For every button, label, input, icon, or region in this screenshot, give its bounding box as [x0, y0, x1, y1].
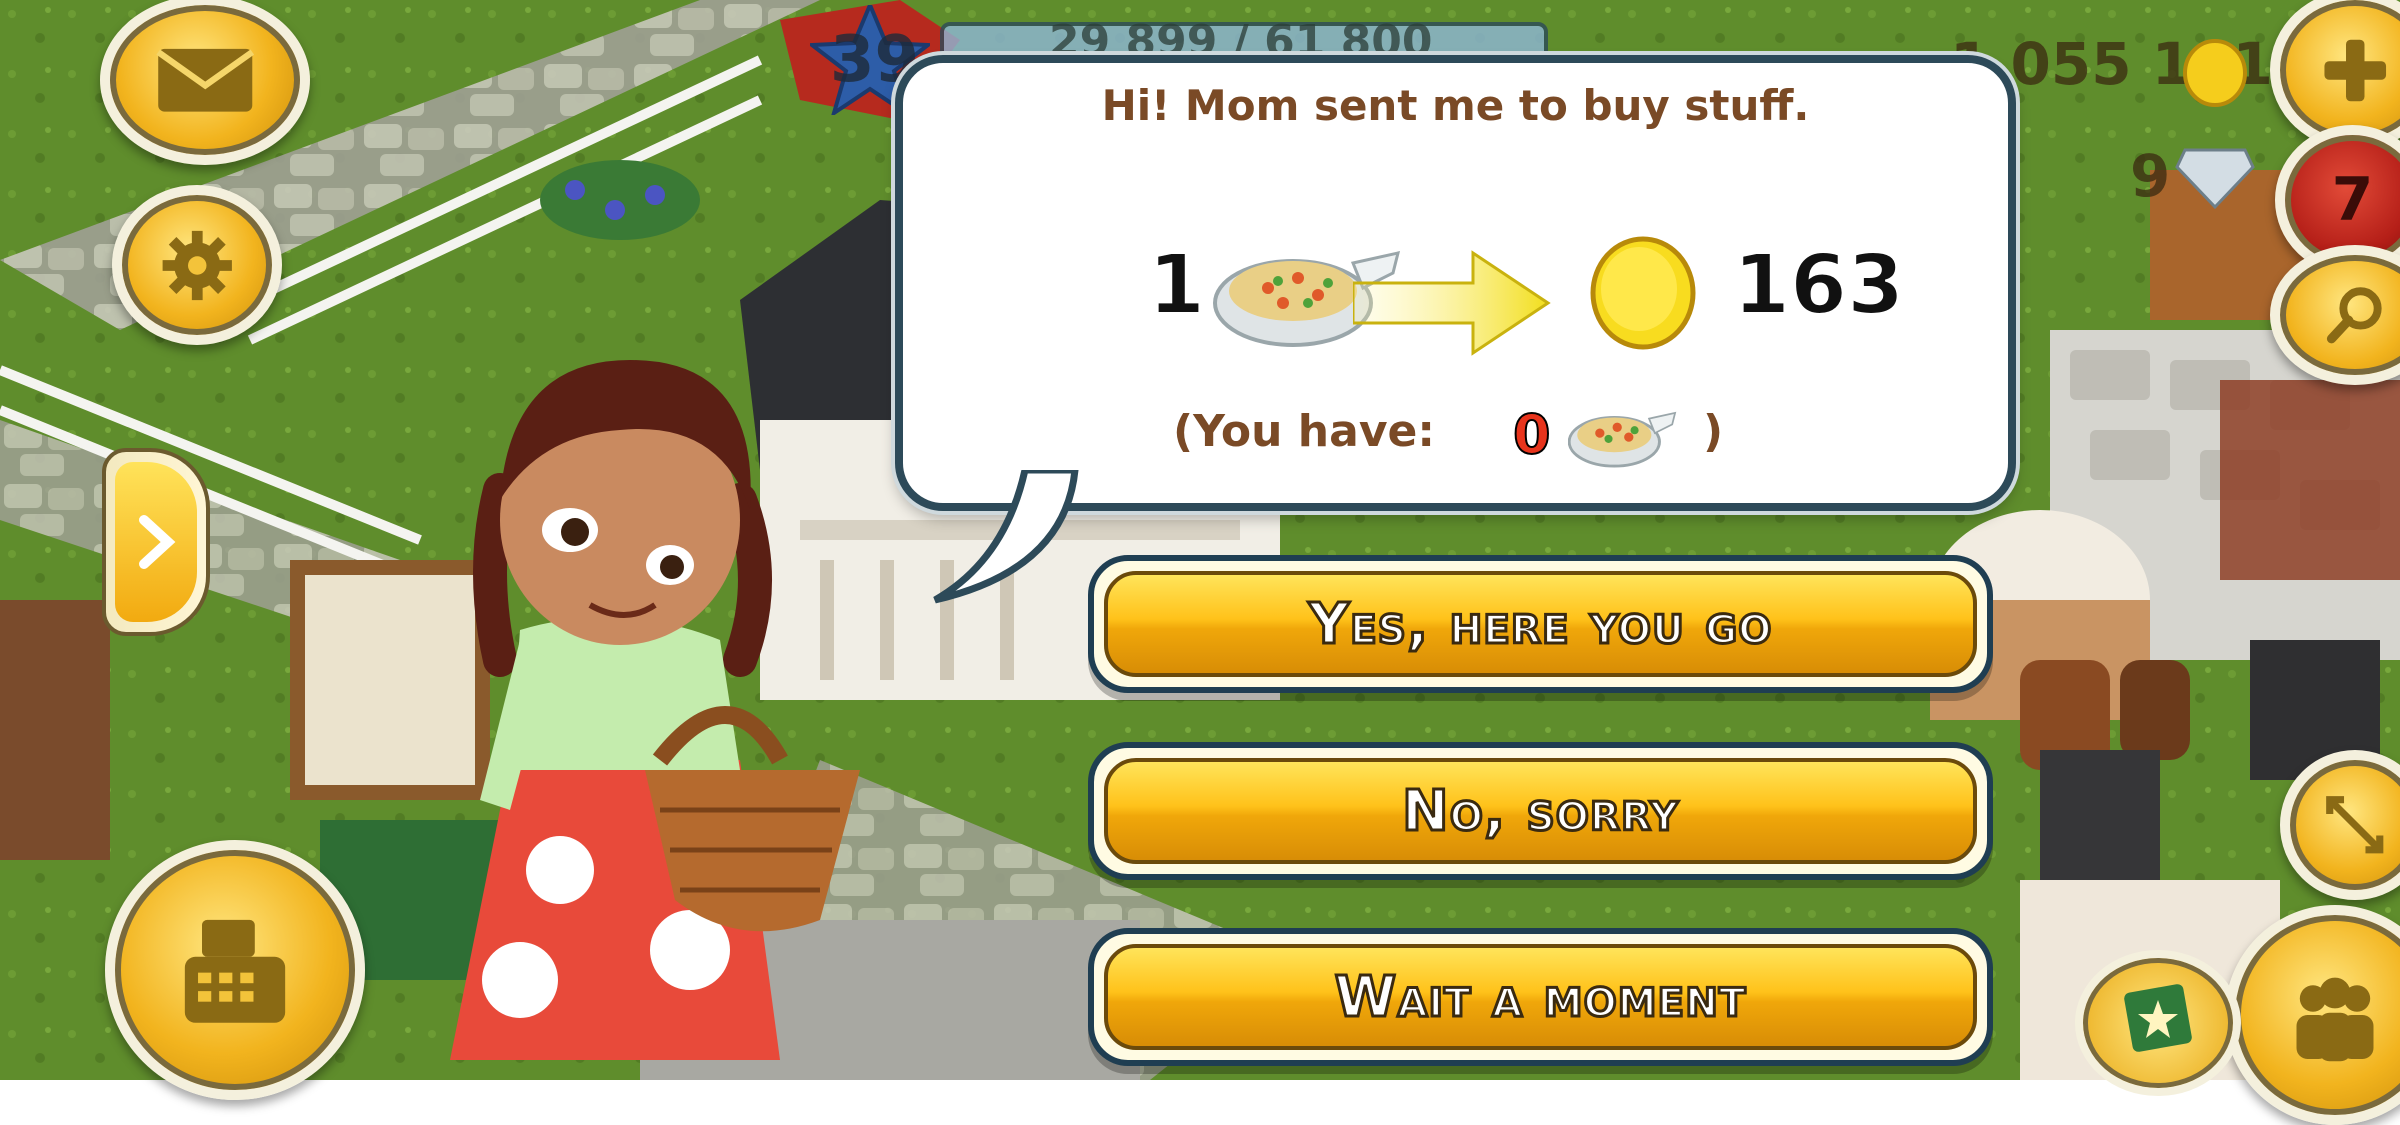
diamond-balance: 9 — [2130, 142, 2171, 210]
roadside-shop-button[interactable] — [105, 840, 365, 1100]
diamond-icon — [2175, 148, 2255, 210]
speech-bubble: Hi! Mom sent me to buy stuff. 1 163 (You… — [895, 55, 2016, 511]
you-have-count: 0 — [1512, 402, 1552, 467]
no-sorry-button[interactable]: No, sorry — [1088, 742, 1993, 880]
yes-here-you-go-button[interactable]: Yes, here you go — [1088, 555, 1993, 693]
design-book-button[interactable] — [2075, 950, 2241, 1096]
speech-bubble-tail — [933, 470, 1079, 604]
chevron-right-icon — [139, 515, 176, 569]
dialog-message: Hi! Mom sent me to buy stuff. — [1101, 81, 1810, 130]
trade-arrow-icon — [1353, 250, 1551, 356]
you-have-close: ) — [1703, 406, 1724, 457]
yes-button-label: Yes, here you go — [1307, 590, 1773, 658]
mail-button[interactable] — [100, 0, 310, 165]
mail-icon — [156, 48, 254, 112]
customer-girl-character — [450, 360, 860, 1060]
plus-icon — [2324, 39, 2386, 101]
friends-icon — [2296, 977, 2374, 1062]
give-quantity: 1 — [1147, 237, 1206, 334]
wait-a-moment-button[interactable]: Wait a moment — [1088, 928, 1993, 1066]
star-book-icon — [2124, 984, 2192, 1052]
you-have-label: (You have: — [1173, 406, 1435, 457]
grain-dish-small-icon — [1568, 411, 1677, 468]
coin-icon — [2183, 39, 2247, 107]
search-icon — [2326, 287, 2382, 344]
expand-icon — [2326, 796, 2384, 854]
coin-reward-icon — [1590, 236, 1696, 350]
gear-icon — [162, 230, 232, 300]
no-button-label: No, sorry — [1400, 777, 1680, 845]
settings-button[interactable] — [112, 185, 282, 345]
wait-button-label: Wait a moment — [1333, 963, 1747, 1031]
cash-register-icon — [184, 919, 286, 1023]
notification-count: 7 — [2331, 165, 2374, 235]
receive-amount: 163 — [1732, 237, 1905, 334]
side-menu-expand-tab[interactable] — [102, 448, 210, 636]
